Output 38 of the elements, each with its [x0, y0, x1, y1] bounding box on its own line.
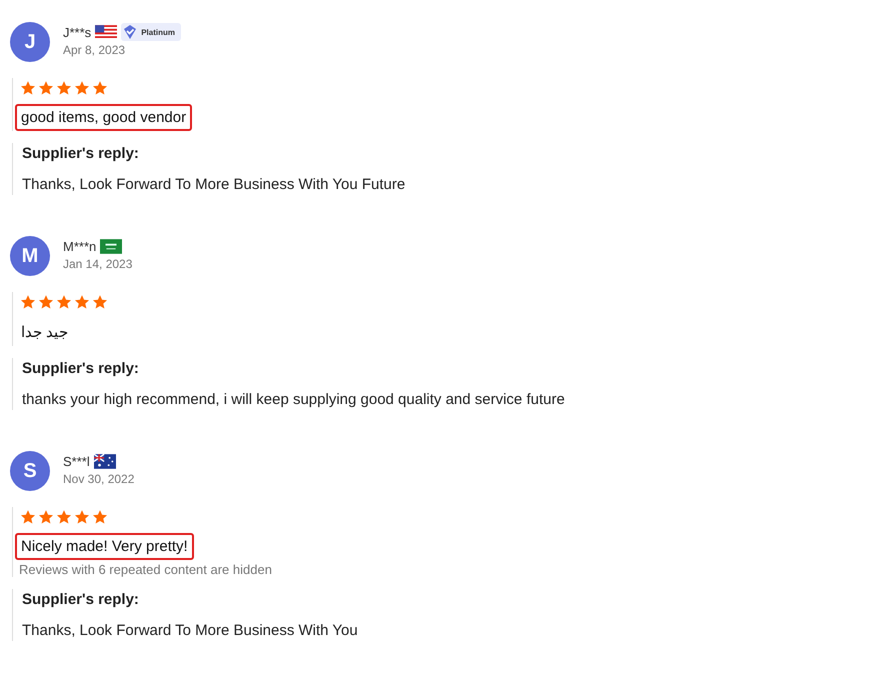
star-icon	[56, 294, 72, 310]
avatar: J	[10, 22, 50, 62]
reviewer-name: S***l	[63, 454, 90, 468]
review-date: Nov 30, 2022	[63, 472, 134, 486]
reviewer-name: M***n	[63, 238, 96, 254]
flag-icon	[100, 238, 122, 254]
review-date: Jan 14, 2023	[63, 257, 132, 271]
star-icon	[74, 294, 90, 310]
star-icon	[56, 80, 72, 96]
review-comment: جيد جدا	[20, 323, 70, 343]
star-icon	[92, 294, 108, 310]
reply-label: Supplier's reply:	[22, 145, 140, 162]
review-comment: good items, good vendor	[15, 104, 192, 131]
star-icon	[92, 509, 108, 525]
hidden-reviews-note: Reviews with 6 repeated content are hidden	[19, 562, 272, 577]
star-icon	[74, 80, 90, 96]
star-icon	[56, 509, 72, 525]
star-icon	[74, 509, 90, 525]
star-icon	[20, 294, 36, 310]
reply-label: Supplier's reply:	[22, 591, 140, 608]
avatar: M	[10, 236, 50, 276]
avatar: S	[10, 451, 50, 491]
flag-icon	[94, 454, 116, 468]
reply-text: thanks your high recommend, i will keep supplying good quality and service future	[22, 391, 566, 408]
reply-text: Thanks, Look Forward To More Business With You Future	[22, 176, 406, 193]
reply-text: Thanks, Look Forward To More Business With You	[22, 622, 359, 639]
star-icon	[20, 80, 36, 96]
reviewer-name: J***s	[63, 24, 92, 40]
star-icon	[20, 509, 36, 525]
star-icon	[92, 80, 108, 96]
reply-label: Supplier's reply:	[22, 360, 140, 377]
review-date: Apr 8, 2023	[63, 43, 126, 57]
star-icon	[38, 294, 54, 310]
star-icon	[38, 80, 54, 96]
platinum-badge: Platinum	[121, 23, 181, 41]
flag-icon	[95, 24, 118, 40]
review-comment: Nicely made! Very pretty!	[15, 533, 194, 560]
star-icon	[38, 509, 54, 525]
